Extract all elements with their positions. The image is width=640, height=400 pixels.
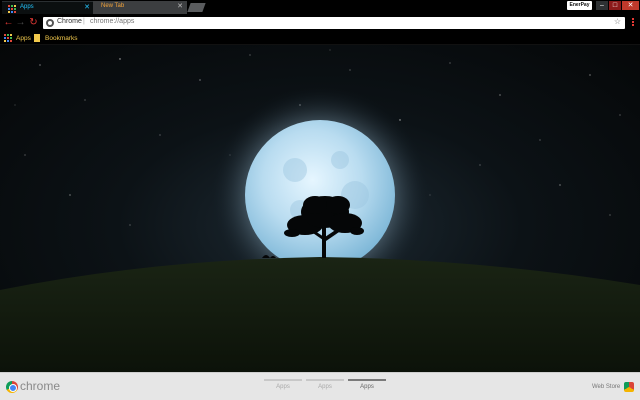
- chrome-logo-icon: [6, 381, 18, 393]
- tab-new-tab[interactable]: New Tab ✕: [93, 1, 187, 14]
- apps-page-tab-active[interactable]: Apps: [348, 379, 386, 395]
- page-tab-label: Apps: [276, 384, 290, 390]
- toolbar: ← → ↻ Chrome | chrome://apps ☆: [0, 14, 640, 32]
- minimize-icon[interactable]: –: [596, 1, 608, 10]
- page-tab-label: Apps: [318, 384, 332, 390]
- forward-arrow-icon[interactable]: →: [15, 17, 26, 29]
- new-tab-button[interactable]: [187, 3, 206, 12]
- bookmark-label: Bookmarks: [45, 35, 78, 42]
- tab-title: Apps: [20, 4, 34, 10]
- tab-title: New Tab: [101, 3, 125, 9]
- web-store-icon[interactable]: [624, 382, 634, 392]
- close-icon[interactable]: ✕: [177, 3, 183, 11]
- menu-icon[interactable]: [629, 17, 637, 29]
- apps-bottom-bar: chrome Apps Apps Apps Web Store: [0, 372, 640, 400]
- url-text[interactable]: chrome://apps: [90, 18, 134, 25]
- web-store-link[interactable]: Web Store: [592, 384, 620, 390]
- apps-page-tab[interactable]: Apps: [306, 379, 344, 395]
- close-icon[interactable]: ✕: [84, 4, 90, 12]
- hill: [0, 257, 640, 372]
- maximize-icon[interactable]: □: [609, 1, 621, 10]
- page-tab-label: Apps: [360, 384, 374, 390]
- bookmark-label: Apps: [16, 35, 31, 42]
- address-bar[interactable]: Chrome | chrome://apps ☆: [43, 17, 625, 29]
- new-tab-wallpaper: [0, 45, 640, 372]
- omnibox-chip-label: Chrome: [57, 18, 82, 25]
- apps-page-tab[interactable]: Apps: [264, 379, 302, 395]
- chrome-wordmark: chrome: [20, 379, 61, 393]
- apps-grid-icon: [4, 34, 12, 43]
- folder-icon: [34, 34, 40, 43]
- profile-button[interactable]: EnerPay: [567, 1, 592, 10]
- tab-strip: Apps ✕ New Tab ✕ EnerPay – □ ✕: [0, 0, 640, 14]
- bookmark-star-icon[interactable]: ☆: [614, 17, 621, 26]
- tab-apps[interactable]: Apps ✕: [2, 1, 94, 14]
- reload-icon[interactable]: ↻: [28, 17, 39, 29]
- bookmarks-bar: Apps Bookmarks: [0, 32, 640, 45]
- chrome-page-icon: [46, 19, 54, 27]
- omnibox-separator: |: [83, 18, 85, 25]
- close-window-icon[interactable]: ✕: [622, 1, 639, 10]
- moon-tree-wallpaper: [0, 49, 640, 372]
- apps-grid-icon: [8, 5, 16, 13]
- bookmark-apps[interactable]: Apps: [4, 33, 31, 44]
- moon: [245, 120, 395, 270]
- bookmark-folder[interactable]: Bookmarks: [34, 33, 78, 44]
- back-arrow-icon[interactable]: ←: [3, 17, 14, 29]
